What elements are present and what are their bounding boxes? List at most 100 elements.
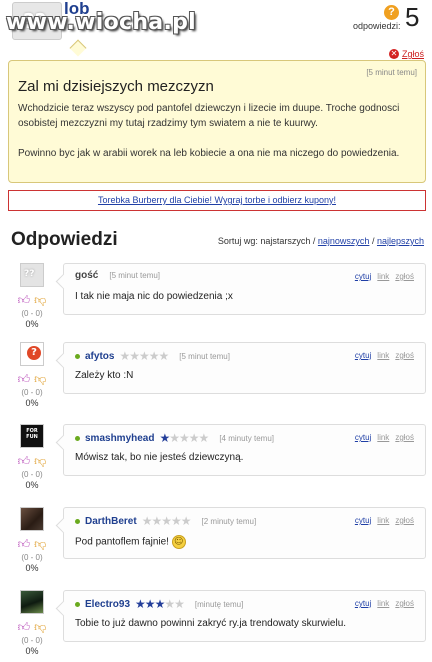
quote-link[interactable]: cytuj — [355, 272, 371, 281]
comment: 👍︎ 👎︎ (0 - 0) 0% DarthBeret ★★★★★ [2 minuty te… — [0, 507, 432, 587]
thumbs-up-icon[interactable]: 👍︎ — [18, 620, 31, 635]
star-icon: ★ — [164, 597, 175, 611]
sort-controls: Sortuj wg: najstarszych / najnowszych / … — [218, 236, 424, 246]
comment-timestamp: [minutę temu] — [194, 599, 244, 609]
comment-box: Electro93 ★★★★★ [minutę temu] cytuj link zgło… — [63, 590, 426, 642]
star-icon: ★ — [158, 349, 170, 363]
report-post-link[interactable]: ✕ Zgłoś — [388, 49, 424, 59]
thumbs-down-icon[interactable]: 👎︎ — [34, 620, 46, 635]
vote-panel: 👍︎ 👎︎ (0 - 0) 0% — [14, 454, 50, 490]
quote-link[interactable]: cytuj — [355, 516, 371, 525]
quote-link[interactable]: cytuj — [355, 599, 371, 608]
star-icon: ★ — [144, 597, 156, 611]
comment-text: Mówisz tak, bo nie jesteś dziewczyną. — [75, 452, 243, 463]
comment-text: Tobie to już dawno powinni zakryć ry.ja … — [75, 618, 346, 629]
comment-timestamp: [5 minut temu] — [109, 271, 161, 280]
star-icon: ★ — [154, 597, 166, 611]
comment-text: Pod pantoflem fajnie! ☺ — [75, 535, 186, 549]
vote-score: (0 - 0) — [21, 553, 43, 562]
comment-author[interactable]: DarthBeret — [85, 516, 137, 527]
thumbs-up-icon[interactable]: 👍︎ — [18, 293, 31, 308]
vote-panel: 👍︎ 👎︎ (0 - 0) 0% — [14, 372, 50, 408]
thumbs-down-icon[interactable]: 👎︎ — [34, 537, 46, 552]
thumbs-down-icon[interactable]: 👎︎ — [34, 372, 46, 387]
question-icon: ? — [384, 5, 399, 20]
star-icon: ★ — [119, 349, 130, 363]
comment-text-content: Pod pantoflem fajnie! — [75, 536, 169, 548]
thumbs-up-icon[interactable]: 👍︎ — [18, 454, 31, 469]
online-status-icon — [75, 353, 80, 359]
quote-link[interactable]: cytuj — [355, 351, 371, 360]
permalink-link[interactable]: link — [377, 433, 389, 442]
rating-stars: ★★★★★ — [141, 514, 192, 528]
dark-photo-avatar[interactable] — [20, 507, 44, 531]
comment-timestamp: [2 minuty temu] — [201, 516, 257, 526]
comment-text: Zależy kto :N — [75, 370, 133, 381]
orange-question-avatar[interactable] — [20, 342, 44, 366]
post-title: Zal mi dzisiejszych mezczyzn — [18, 78, 214, 95]
vote-panel: 👍︎ 👎︎ (0 - 0) 0% — [14, 537, 50, 573]
ad-link[interactable]: Torebka Burberry dla Ciebie! Wygraj torb… — [98, 195, 336, 205]
photo-avatar[interactable] — [20, 590, 44, 614]
post-paragraph: Wchodzicie teraz wszyscy pod pantofel dz… — [18, 103, 400, 129]
star-icon: ★ — [198, 431, 210, 445]
report-comment-link[interactable]: zgłoś — [395, 272, 414, 281]
star-icon: ★ — [138, 349, 150, 363]
comment: 👍︎👎︎(0 - 0)0% gość [5 minut temu] cytuj link… — [0, 263, 432, 343]
comment-text-content: Zależy kto :N — [75, 370, 134, 381]
comment-timestamp: [4 minuty temu] — [219, 433, 274, 443]
comment-text: I tak nie maja nic do powiedzenia ;x — [75, 291, 233, 302]
vote-percent: 0% — [25, 319, 39, 329]
avatar-text: FOR FUN — [26, 428, 38, 440]
comment-box: afytos ★★★★★ [5 minut temu] cytuj link zgłoś Z… — [63, 342, 426, 394]
permalink-link[interactable]: link — [377, 351, 389, 360]
vote-panel: 👍︎ 👎︎ (0 - 0) 0% — [14, 293, 50, 329]
star-icon: ★ — [141, 514, 153, 528]
thumbs-up-icon[interactable]: 👍︎ — [18, 537, 31, 552]
site-watermark: www.wiocha.pl — [6, 10, 196, 35]
header: lob www.wiocha.pl ? odpowiedzi: 5 — [0, 0, 432, 50]
rating-stars: ★★★★★ — [159, 431, 210, 445]
star-icon: ★ — [180, 514, 192, 528]
sort-prefix: Sortuj wg: najstarszych / — [217, 236, 316, 246]
star-icon: ★ — [135, 597, 146, 611]
permalink-link[interactable]: link — [377, 599, 389, 608]
comment-text-content: Tobie to już dawno powinni zakryć ry.ja … — [75, 618, 347, 629]
ad-banner: Torebka Burberry dla Ciebie! Wygraj torb… — [8, 190, 426, 211]
vote-score: (0 - 0) — [21, 470, 43, 479]
quote-link[interactable]: cytuj — [355, 433, 371, 442]
vote-percent: 0% — [25, 480, 39, 490]
comment-author[interactable]: smashmyhead — [85, 433, 154, 444]
report-icon: ✕ — [388, 49, 399, 59]
comment-author[interactable]: afytos — [85, 351, 114, 362]
comment-timestamp: [5 minut temu] — [179, 351, 230, 361]
sort-newest-link[interactable]: najnowszych — [318, 236, 370, 246]
report-label: Zgłoś — [401, 49, 424, 59]
report-comment-link[interactable]: zgłoś — [395, 351, 414, 360]
rating-stars: ★★★★★ — [119, 349, 170, 363]
star-icon: ★ — [169, 431, 180, 445]
report-comment-link[interactable]: zgłoś — [395, 433, 414, 442]
thumbs-down-icon[interactable]: 👎︎ — [34, 293, 46, 308]
question-avatar[interactable] — [20, 263, 44, 287]
thumbs-up-icon[interactable]: 👍︎ — [18, 372, 31, 387]
report-comment-link[interactable]: zgłoś — [395, 516, 414, 525]
comment: 👍︎ 👎︎ (0 - 0) 0% Electro93 ★★★★★ [minutę temu]… — [0, 590, 432, 662]
permalink-link[interactable]: link — [377, 516, 389, 525]
comment-author[interactable]: Electro93 — [85, 599, 130, 610]
thumbs-down-icon[interactable]: 👎︎ — [34, 454, 46, 469]
star-icon: ★ — [151, 514, 162, 528]
star-icon: ★ — [188, 431, 200, 445]
vote-percent: 0% — [25, 563, 39, 573]
report-comment-link[interactable]: zgłoś — [395, 599, 414, 608]
post-card: [5 minut temu] Zal mi dzisiejszych mezcz… — [8, 60, 426, 183]
sort-best-link[interactable]: najlepszych — [377, 236, 424, 246]
answers-label: odpowiedzi: — [353, 21, 401, 31]
comment-author: gość — [75, 270, 99, 281]
comment-box: smashmyhead ★★★★★ [4 minuty temu] cytuj link… — [63, 424, 426, 476]
star-icon: ★ — [161, 514, 172, 528]
star-icon: ★ — [159, 431, 170, 445]
grin-emoji-icon: ☺ — [171, 535, 186, 549]
permalink-link[interactable]: link — [377, 272, 389, 281]
dark-poster-avatar[interactable]: FOR FUN — [20, 424, 44, 448]
